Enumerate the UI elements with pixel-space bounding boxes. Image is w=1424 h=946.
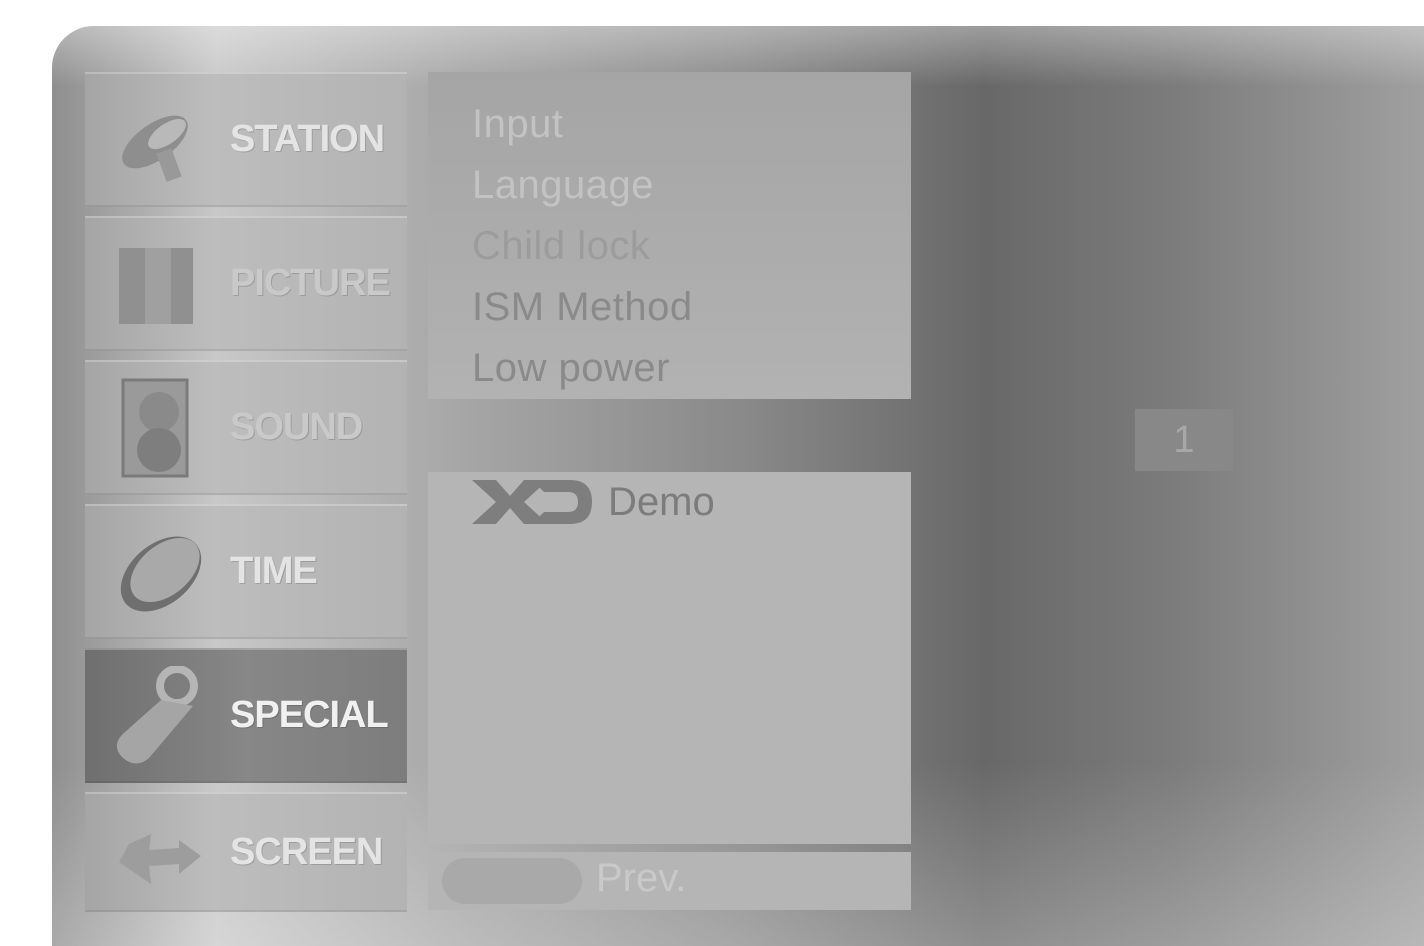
picture-screen-icon (119, 248, 193, 324)
category-label: SOUND (230, 406, 363, 448)
demo-label: Demo (608, 479, 715, 524)
xd-logo (472, 480, 592, 524)
satellite-dish-icon (122, 115, 188, 182)
submenu-item-language[interactable]: Language (472, 163, 654, 208)
prev-label: Prev. (596, 856, 687, 900)
submenu-item-ism-method[interactable]: ISM Method (472, 285, 693, 330)
speaker-icon (121, 378, 189, 478)
key-tag-icon (116, 666, 198, 764)
submenu-item-input[interactable]: Input (472, 102, 563, 147)
demo-panel: Demo (428, 472, 911, 844)
submenu-panel: Input Language Child lock ISM Method Low… (428, 72, 911, 399)
category-label: SPECIAL (230, 694, 389, 736)
category-label: STATION (230, 118, 385, 160)
category-label: SCREEN (230, 830, 383, 873)
category-station[interactable]: STATION (85, 72, 407, 207)
category-picture[interactable]: PICTURE (85, 216, 407, 351)
menu-key-button[interactable] (442, 858, 582, 904)
category-time[interactable]: TIME (85, 504, 407, 639)
submenu-item-low-power[interactable]: Low power (472, 346, 670, 391)
page-indicator: 1 (1135, 409, 1233, 471)
category-sound[interactable]: SOUND (85, 360, 407, 495)
category-special[interactable]: SPECIAL (85, 648, 407, 783)
category-label: TIME (230, 550, 318, 592)
move-arrows-icon (119, 834, 201, 884)
submenu-item-child-lock[interactable]: Child lock (472, 224, 650, 269)
category-screen[interactable]: SCREEN (85, 792, 407, 912)
osd-menu: STATION PICTURE SOUND TIME SPECIAL SCREE… (52, 26, 1424, 946)
xd-demo-item[interactable]: Demo (470, 476, 715, 528)
category-label: PICTURE (230, 262, 391, 304)
clock-icon (120, 536, 202, 612)
menu-footer: Prev. (428, 852, 911, 910)
